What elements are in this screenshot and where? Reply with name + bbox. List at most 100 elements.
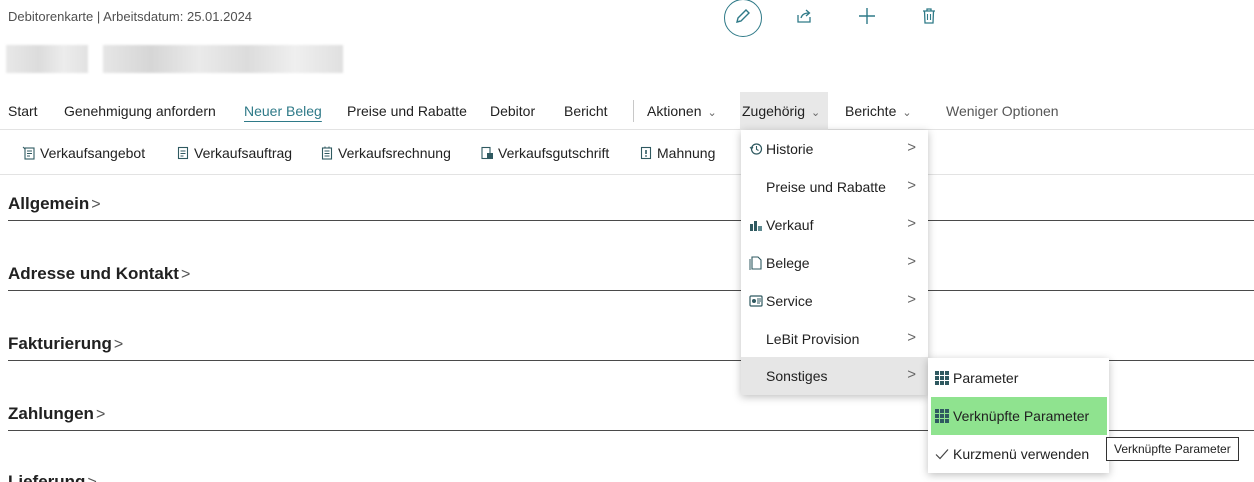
order-document-icon	[176, 133, 190, 160]
checkmark-icon	[934, 447, 950, 461]
subbar-mahnung-label: Mahnung	[657, 145, 716, 161]
menu-aktionen[interactable]: Aktionen ⌄	[647, 92, 717, 130]
document-icon	[747, 256, 765, 270]
submenu-item-parameter-label: Parameter	[953, 370, 1019, 386]
section-adresse-title: Adresse und Kontakt	[8, 264, 179, 283]
submenu-item-verknuepfte-label: Verknüpfte Parameter	[953, 408, 1090, 424]
subbar-verkaufsgutschrift-label: Verkaufsgutschrift	[498, 145, 610, 161]
invoice-document-icon	[320, 133, 334, 160]
subbar-verkaufsangebot-label: Verkaufsangebot	[40, 145, 146, 161]
menu-separator	[633, 100, 634, 122]
dropdown-item-sonstiges-label: Sonstiges	[766, 368, 828, 384]
section-allgemein[interactable]: Allgemein >	[8, 194, 1254, 221]
menu-neuer-beleg-label: Neuer Beleg	[244, 103, 322, 119]
chevron-right-icon: >	[87, 474, 96, 482]
delete-icon	[920, 7, 938, 30]
menu-berichte-label: Berichte	[845, 103, 897, 119]
credit-memo-icon	[480, 133, 494, 160]
dropdown-item-service[interactable]: Service >	[741, 282, 928, 320]
new-icon	[858, 7, 876, 30]
chevron-right-icon: >	[907, 177, 916, 194]
dropdown-item-verkauf[interactable]: Verkauf >	[741, 206, 928, 244]
chevron-right-icon: >	[907, 329, 916, 346]
menu-zugehoerig[interactable]: Zugehörig ⌄	[740, 92, 828, 130]
chevron-right-icon: >	[91, 196, 101, 213]
menu-preise-label: Preise und Rabatte	[347, 103, 467, 119]
grid-icon	[934, 409, 950, 423]
menu-preise-und-rabatte[interactable]: Preise und Rabatte	[347, 92, 467, 130]
menu-weniger-optionen[interactable]: Weniger Optionen	[946, 92, 1059, 130]
menu-debitor[interactable]: Debitor	[490, 92, 535, 130]
menu-genehmigung-label: Genehmigung anfordern	[64, 103, 216, 119]
menu-bericht[interactable]: Bericht	[564, 92, 608, 130]
chevron-right-icon: >	[95, 406, 106, 423]
redacted-customer-number	[6, 45, 88, 73]
dropdown-item-belege-label: Belege	[766, 255, 810, 271]
subbar-verkaufsgutschrift[interactable]: Verkaufsgutschrift	[480, 131, 609, 175]
chevron-down-icon: ⌄	[902, 107, 912, 119]
edit-icon	[734, 7, 752, 30]
chevron-right-icon: >	[907, 366, 916, 383]
reminder-document-icon	[639, 133, 653, 160]
menu-debitor-label: Debitor	[490, 103, 536, 119]
share-button[interactable]	[792, 6, 816, 30]
section-lieferung[interactable]: Lieferung>	[8, 472, 1254, 482]
submenu-item-verknuepfte-parameter[interactable]: Verknüpfte Parameter	[931, 397, 1107, 435]
dropdown-item-preise-label: Preise und Rabatte	[766, 179, 886, 195]
menu-aktionen-label: Aktionen	[647, 103, 702, 119]
submenu-item-parameter[interactable]: Parameter	[928, 359, 1109, 397]
menu-zugehoerig-label: Zugehörig	[742, 103, 806, 119]
action-menubar: Start Genehmigung anfordern Neuer Beleg …	[0, 92, 1254, 130]
top-actions	[724, 0, 762, 37]
breadcrumb: Debitorenkarte | Arbeitsdatum: 25.01.202…	[8, 9, 253, 24]
sales-icon	[747, 218, 765, 232]
dropdown-item-sonstiges[interactable]: Sonstiges >	[741, 357, 928, 395]
chevron-down-icon: ⌄	[811, 107, 821, 119]
history-icon	[747, 142, 765, 156]
dropdown-item-service-label: Service	[766, 293, 813, 309]
menu-berichte[interactable]: Berichte ⌄	[845, 92, 912, 130]
submenu-item-kurzmenue-verwenden[interactable]: Kurzmenü verwenden	[928, 435, 1109, 473]
share-icon	[795, 7, 813, 30]
grid-icon	[934, 371, 950, 385]
subbar-mahnung[interactable]: Mahnung	[639, 131, 715, 175]
dropdown-item-lebit-label: LeBit Provision	[766, 331, 860, 347]
service-icon	[747, 294, 765, 308]
divider	[0, 174, 1254, 175]
section-zahlungen-title: Zahlungen	[8, 404, 94, 423]
submenu-item-kurzmenue-label: Kurzmenü verwenden	[953, 446, 1090, 462]
redacted-customer-name	[103, 45, 343, 73]
edit-button[interactable]	[724, 0, 762, 37]
dropdown-item-lebit-provision[interactable]: LeBit Provision >	[741, 320, 928, 358]
new-button[interactable]	[855, 6, 879, 30]
section-adresse-und-kontakt[interactable]: Adresse und Kontakt >	[8, 264, 1254, 291]
chevron-right-icon: >	[907, 253, 916, 270]
section-fakturierung[interactable]: Fakturierung >	[8, 334, 1254, 361]
chevron-down-icon: ⌄	[707, 107, 717, 119]
section-allgemein-title: Allgemein	[8, 194, 90, 213]
quote-document-icon	[22, 133, 36, 160]
chevron-right-icon: >	[113, 336, 124, 353]
tooltip: Verknüpfte Parameter	[1106, 437, 1239, 461]
section-lieferung-title: Lieferung	[8, 472, 86, 482]
menu-start-label: Start	[8, 103, 38, 119]
chevron-right-icon: >	[907, 215, 916, 232]
sonstiges-submenu: Parameter Verknüpfte Parameter Kurzmenü …	[928, 358, 1109, 473]
menu-weniger-optionen-label: Weniger Optionen	[946, 103, 1059, 119]
subbar-verkaufsauftrag[interactable]: Verkaufsauftrag	[176, 131, 292, 175]
delete-button[interactable]	[917, 6, 941, 30]
subbar-verkaufsangebot[interactable]: Verkaufsangebot	[22, 131, 145, 175]
dropdown-item-preise-und-rabatte[interactable]: Preise und Rabatte >	[741, 168, 928, 206]
dropdown-item-belege[interactable]: Belege >	[741, 244, 928, 282]
zugehoerig-dropdown: Historie > Preise und Rabatte > Verkauf …	[741, 130, 928, 395]
menu-genehmigung-anfordern[interactable]: Genehmigung anfordern	[64, 92, 216, 130]
chevron-right-icon: >	[907, 139, 916, 156]
menu-bericht-label: Bericht	[564, 103, 608, 119]
dropdown-item-verkauf-label: Verkauf	[766, 217, 814, 233]
menu-neuer-beleg[interactable]: Neuer Beleg	[244, 92, 322, 130]
dropdown-item-historie[interactable]: Historie >	[741, 130, 928, 168]
menu-start[interactable]: Start	[8, 92, 38, 130]
chevron-right-icon: >	[907, 291, 916, 308]
subbar-verkaufsauftrag-label: Verkaufsauftrag	[194, 145, 293, 161]
subbar-verkaufsrechnung[interactable]: Verkaufsrechnung	[320, 131, 451, 175]
